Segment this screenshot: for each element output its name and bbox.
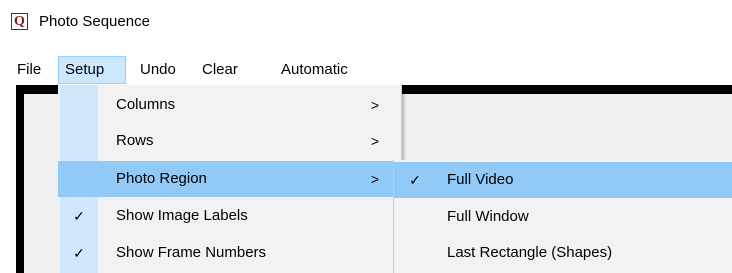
menu-item-label: Show Image Labels (116, 207, 248, 224)
menu-item-label: Rows (116, 132, 154, 149)
menu-item-rows[interactable]: Rows > (58, 123, 401, 159)
menu-automatic[interactable]: Automatic (275, 56, 354, 84)
menu-file[interactable]: File (11, 56, 47, 84)
submenu-item-label: Full Window (447, 208, 529, 225)
app-icon: Q (11, 13, 28, 30)
menu-undo[interactable]: Undo (134, 56, 182, 84)
submenu-item-label: Full Video (447, 171, 514, 188)
menu-item-show-frame-numbers[interactable]: ✓ Show Frame Numbers (58, 235, 401, 271)
menu-bar: File Setup Undo Clear Automatic (0, 56, 732, 84)
submenu-arrow-icon: > (370, 133, 379, 149)
submenu-item-full-window[interactable]: Full Window (394, 199, 732, 235)
checkmark-icon: ✓ (409, 172, 421, 188)
menu-setup[interactable]: Setup (58, 56, 126, 84)
menu-item-photo-region[interactable]: Photo Region > (58, 161, 401, 197)
menu-item-label: Show Frame Numbers (116, 244, 267, 261)
setup-dropdown-menu: Columns > Rows > Photo Region > ✓ Show I… (58, 85, 402, 273)
submenu-item-last-rectangle[interactable]: Last Rectangle (Shapes) (394, 235, 732, 271)
title-bar: Q Photo Sequence (0, 0, 732, 52)
menu-item-label: Columns (116, 96, 176, 113)
submenu-item-label: Last Rectangle (Shapes) (447, 244, 613, 261)
checkmark-icon: ✓ (73, 208, 85, 224)
submenu-arrow-icon: > (370, 97, 379, 113)
submenu-item-full-video[interactable]: ✓ Full Video (394, 162, 732, 198)
menu-item-show-image-labels[interactable]: ✓ Show Image Labels (58, 198, 401, 234)
menu-clear[interactable]: Clear (196, 56, 244, 84)
menu-item-columns[interactable]: Columns > (58, 87, 401, 123)
menu-item-label: Photo Region (116, 170, 207, 187)
checkmark-icon: ✓ (73, 245, 85, 261)
submenu-arrow-icon: > (370, 171, 379, 187)
photo-region-submenu: ✓ Full Video Full Window Last Rectangle … (393, 160, 732, 273)
window-title: Photo Sequence (39, 13, 150, 30)
